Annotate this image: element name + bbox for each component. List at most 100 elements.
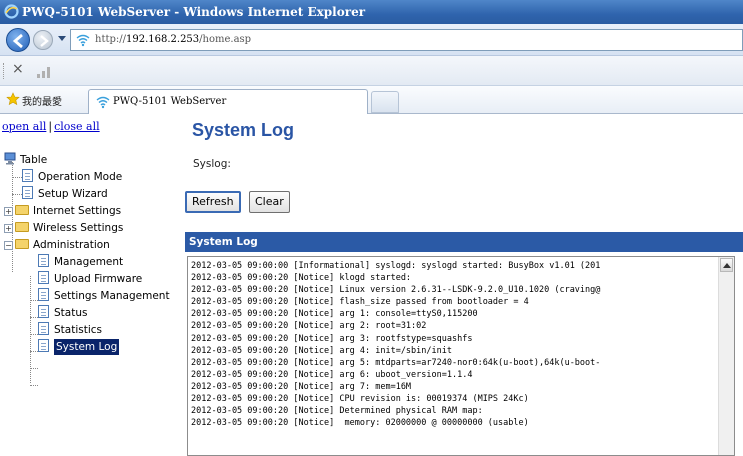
page-icon (38, 288, 49, 301)
tree-line (12, 177, 22, 178)
back-arrow-icon (12, 33, 23, 49)
tree-line (30, 334, 38, 335)
address-bar[interactable]: http://192.168.2.253/home.asp (70, 29, 743, 51)
tree-root[interactable]: Table (4, 152, 47, 168)
folder-icon (15, 222, 29, 232)
expand-icon[interactable]: + (4, 207, 13, 216)
main-content: System Log Syslog: Refresh Clear System … (178, 114, 743, 456)
tree-item-label: Setup Wizard (38, 188, 108, 200)
tree-line (30, 300, 38, 301)
log-line: 2012-03-05 09:00:20 [Notice] Linux versi… (191, 285, 601, 296)
collapse-icon[interactable]: − (4, 241, 13, 250)
tab-wifi-icon (96, 96, 110, 109)
system-log-textarea[interactable]: 2012-03-05 09:00:00 [Informational] sysl… (187, 256, 735, 456)
ie-logo-icon (4, 4, 19, 19)
page-icon (38, 339, 49, 352)
system-log-text: 2012-03-05 09:00:00 [Informational] sysl… (191, 260, 717, 429)
page-icon (38, 254, 49, 267)
address-row: http://192.168.2.253/home.asp (0, 24, 743, 56)
tree-item-upload-firmware[interactable]: Upload Firmware (38, 271, 142, 287)
scroll-up-arrow-icon[interactable] (720, 258, 733, 272)
log-line: 2012-03-05 09:00:20 [Notice] arg 2: root… (191, 321, 427, 332)
log-line: 2012-03-05 09:00:20 [Notice] arg 3: root… (191, 333, 473, 344)
url-path: /home.asp (199, 34, 252, 45)
command-toolbar: × (0, 56, 743, 86)
forward-button[interactable] (33, 30, 53, 50)
tree-item-label: Status (54, 307, 88, 319)
open-folder-icon (15, 239, 29, 249)
log-line: 2012-03-05 09:00:20 [Notice] CPU revisio… (191, 394, 529, 405)
close-all-link[interactable]: close all (54, 120, 100, 133)
tree-item-label: Upload Firmware (54, 273, 143, 285)
close-toolbar-icon[interactable]: × (12, 61, 24, 77)
url-prefix: http:// (95, 34, 126, 45)
sidebar: open all | close all Table Operation Mode … (0, 114, 178, 454)
clear-button[interactable]: Clear (249, 191, 290, 213)
link-separator: | (48, 120, 53, 133)
tree-item-label: Management (54, 256, 124, 268)
forward-arrow-icon (40, 35, 49, 47)
tree-item-setup-wizard[interactable]: Setup Wizard (22, 186, 108, 202)
syslog-label: Syslog: (193, 158, 231, 170)
log-line: 2012-03-05 09:00:20 [Notice] arg 1: cons… (191, 309, 478, 320)
tree-item-settings-management[interactable]: Settings Management (38, 288, 170, 304)
computer-icon (4, 152, 16, 165)
favorites-star-icon[interactable] (6, 92, 20, 106)
log-line: 2012-03-05 09:00:20 [Notice] arg 5: mtdp… (191, 357, 601, 368)
tree-item-label: Internet Settings (33, 205, 122, 217)
tree-line (30, 368, 38, 369)
page-title: System Log (192, 120, 295, 140)
log-line: 2012-03-05 09:00:20 [Notice] Determined … (191, 406, 483, 417)
window-title: PWQ-5101 WebServer - Windows Internet Ex… (22, 5, 366, 19)
tree-item-label: System Log (54, 339, 120, 355)
log-line: 2012-03-05 09:00:00 [Informational] sysl… (191, 261, 601, 271)
log-line: 2012-03-05 09:00:20 [Notice] arg 4: init… (191, 345, 452, 356)
tree-line (12, 194, 22, 195)
log-line: 2012-03-05 09:00:20 [Notice] flash_size … (191, 297, 529, 308)
tree-item-statistics[interactable]: Statistics (38, 322, 102, 338)
tree-item-internet-settings[interactable]: + Internet Settings (4, 203, 121, 219)
tree-line (30, 276, 31, 383)
page-icon (38, 322, 49, 335)
page-wifi-icon (76, 34, 90, 47)
tree-line (30, 385, 38, 386)
tree-controls: open all | close all (2, 120, 100, 133)
expand-icon[interactable]: + (4, 224, 13, 233)
favorites-bar: 我的最愛 PWQ-5101 WebServer (0, 86, 743, 114)
page-icon (38, 305, 49, 318)
tree-item-management[interactable]: Management (38, 254, 123, 270)
tree-root-label: Table (20, 154, 48, 166)
url-host: 192.168.2.253 (126, 34, 200, 45)
page-icon (22, 186, 33, 199)
browser-tab[interactable]: PWQ-5101 WebServer (88, 89, 368, 114)
log-line: 2012-03-05 09:00:20 [Notice] arg 6: uboo… (191, 369, 473, 380)
log-line: 2012-03-05 09:00:20 [Notice] memory: 020… (191, 418, 529, 429)
log-line: 2012-03-05 09:00:20 [Notice] klogd start… (191, 273, 412, 284)
tree-item-status[interactable]: Status (38, 305, 87, 321)
tree-item-operation-mode[interactable]: Operation Mode (22, 169, 122, 185)
new-tab-button[interactable] (371, 91, 399, 113)
page-icon (22, 169, 33, 182)
tree-line (30, 351, 38, 352)
tree-item-label: Settings Management (54, 290, 170, 302)
tree-item-label: Operation Mode (38, 171, 123, 183)
tree-item-label: Statistics (54, 324, 102, 336)
toolbar-grip (3, 63, 5, 79)
history-dropdown-icon[interactable] (58, 36, 66, 41)
log-line: 2012-03-05 09:00:20 [Notice] arg 7: mem=… (191, 381, 412, 392)
tree-item-label: Administration (33, 239, 110, 251)
open-all-link[interactable]: open all (2, 120, 46, 133)
signal-bars-icon (37, 67, 50, 78)
favorites-label[interactable]: 我的最愛 (22, 93, 62, 108)
refresh-button[interactable]: Refresh (185, 191, 241, 213)
back-button[interactable] (6, 28, 30, 52)
system-log-panel-header: System Log (185, 232, 743, 252)
tab-title: PWQ-5101 WebServer (113, 96, 227, 107)
tree-item-administration[interactable]: − Administration (4, 237, 110, 253)
tree-item-wireless-settings[interactable]: + Wireless Settings (4, 220, 123, 236)
tree-item-system-log[interactable]: System Log (38, 339, 120, 355)
log-scrollbar[interactable] (718, 257, 734, 455)
tree-item-label: Wireless Settings (33, 222, 124, 234)
page-icon (38, 271, 49, 284)
folder-icon (15, 205, 29, 215)
